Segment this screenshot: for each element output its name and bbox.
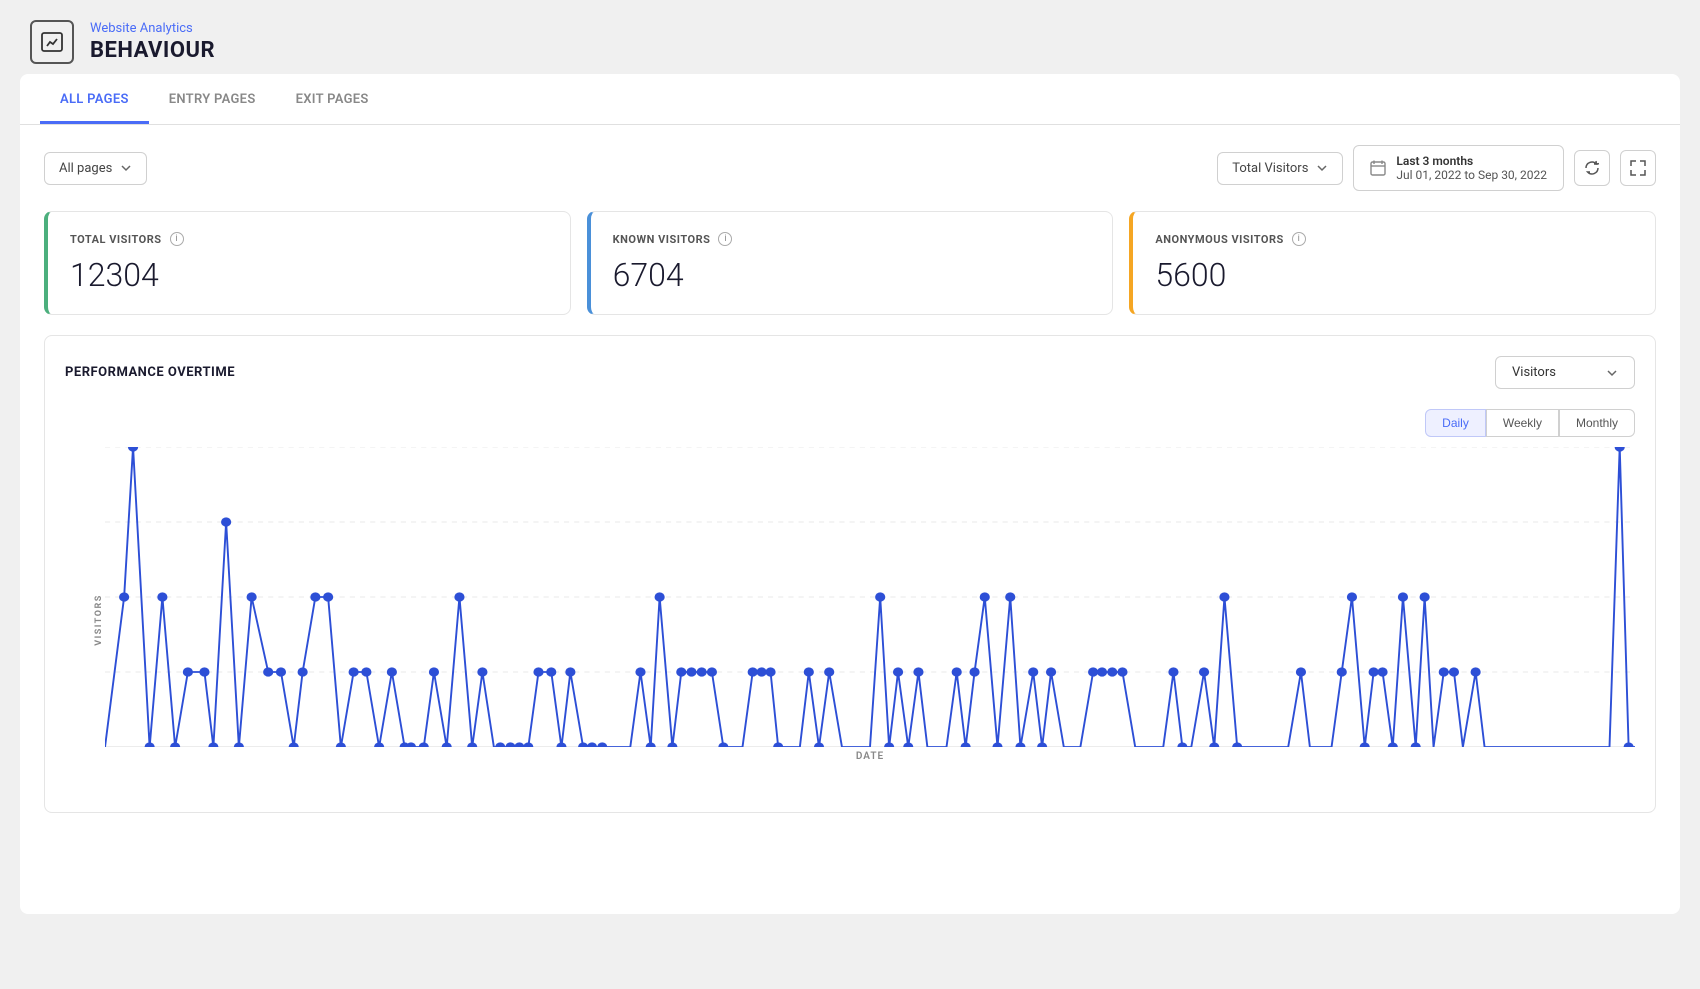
pages-dropdown[interactable]: All pages [44,152,147,185]
stat-header-total: TOTAL VISITORS i [70,232,548,246]
chart-wrapper: VISITORS 0 1 2 3 4 [65,447,1635,792]
stat-value-known: 6704 [613,256,1091,294]
metric-dropdown[interactable]: Total Visitors [1217,152,1343,185]
tab-all-pages[interactable]: ALL PAGES [40,74,149,124]
x-axis-label: DATE [105,751,1635,762]
stat-card-anon: ANONYMOUS VISITORS i 5600 [1129,211,1656,315]
info-icon-anon[interactable]: i [1292,232,1306,246]
date-range-box[interactable]: Last 3 months Jul 01, 2022 to Sep 30, 20… [1353,145,1564,191]
page-header: Website Analytics BEHAVIOUR [0,0,1700,74]
right-filters: Total Visitors Last 3 months Jul 01, 202… [1217,145,1656,191]
perf-header: PERFORMANCE OVERTIME Visitors [65,356,1635,389]
tabs-bar: ALL PAGES ENTRY PAGES EXIT PAGES [20,74,1680,125]
visitors-dropdown[interactable]: Visitors [1495,356,1635,389]
daily-button[interactable]: Daily [1425,409,1486,437]
stats-row: TOTAL VISITORS i 12304 KNOWN VISITORS i … [44,211,1656,315]
content-area: All pages Total Visitors Last 3 [20,125,1680,833]
expand-button[interactable] [1620,150,1656,186]
page-title: BEHAVIOUR [90,38,215,63]
y-axis-label: VISITORS [94,594,104,646]
monthly-button[interactable]: Monthly [1559,409,1635,437]
perf-title: PERFORMANCE OVERTIME [65,365,235,380]
page-icon [30,20,74,64]
tab-entry-pages[interactable]: ENTRY PAGES [149,74,276,124]
performance-card: PERFORMANCE OVERTIME Visitors Daily Week… [44,335,1656,813]
stat-value-total: 12304 [70,256,548,294]
time-buttons: Daily Weekly Monthly [65,409,1635,437]
header-text: Website Analytics BEHAVIOUR [90,21,215,63]
stat-card-known: KNOWN VISITORS i 6704 [587,211,1114,315]
breadcrumb[interactable]: Website Analytics [90,21,215,36]
date-label-text: Last 3 months Jul 01, 2022 to Sep 30, 20… [1396,154,1547,182]
refresh-button[interactable] [1574,150,1610,186]
filters-row: All pages Total Visitors Last 3 [44,145,1656,191]
main-content: ALL PAGES ENTRY PAGES EXIT PAGES All pag… [20,74,1680,914]
chart-svg: 0 1 2 3 4 [105,447,1635,747]
weekly-button[interactable]: Weekly [1486,409,1559,437]
stat-value-anon: 5600 [1155,256,1633,294]
info-icon-total[interactable]: i [170,232,184,246]
stat-card-total: TOTAL VISITORS i 12304 [44,211,571,315]
stat-header-anon: ANONYMOUS VISITORS i [1155,232,1633,246]
tab-exit-pages[interactable]: EXIT PAGES [276,74,389,124]
stat-header-known: KNOWN VISITORS i [613,232,1091,246]
chart-area: 0 1 2 3 4 [105,447,1635,747]
info-icon-known[interactable]: i [718,232,732,246]
